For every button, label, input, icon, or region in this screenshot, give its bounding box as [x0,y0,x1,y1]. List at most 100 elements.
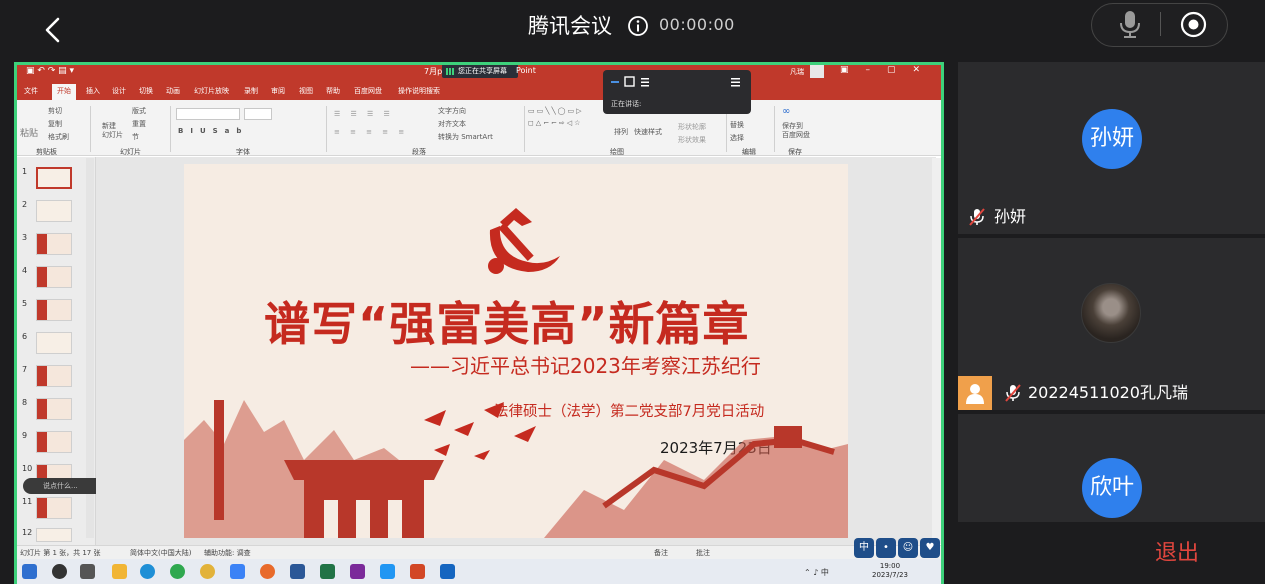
tab-insert[interactable]: 插入 [86,86,100,96]
powerpoint-icon[interactable] [410,564,425,579]
tab-transitions[interactable]: 切换 [139,86,153,96]
slide-thumbnail[interactable] [36,233,72,255]
ribbon-separator [326,106,327,152]
chevron-left-icon[interactable] [36,12,72,48]
heart-icon[interactable]: ♥ [920,538,940,558]
slide-thumbnail[interactable] [36,167,72,189]
firefox-icon[interactable] [260,564,275,579]
tab-slideshow[interactable]: 幻灯片放映 [194,86,229,96]
system-tray[interactable]: ⌃ ♪ 中 [804,567,829,578]
quick-styles-button[interactable]: 快速样式 [634,127,662,137]
reset-button[interactable]: 重置 [132,119,146,129]
save-to-baidu-button[interactable]: 保存到 百度网盘 [782,122,810,140]
word-icon[interactable] [290,564,305,579]
align-buttons[interactable]: ≡ ≡ ≡ ≡ ≡ [334,128,408,136]
list-buttons[interactable]: ☰ ☰ ☰ ☰ [334,110,394,118]
chrome-icon[interactable] [200,564,215,579]
language-indicator[interactable]: 简体中文(中国大陆) [130,548,191,558]
shape-outline-button[interactable]: 形状轮廓 [678,122,706,132]
font-size-select[interactable] [244,108,272,120]
edge-icon[interactable] [140,564,155,579]
person-icon [966,384,984,404]
quick-access-toolbar[interactable]: ▣ ↶ ↷ ▤ ▾ [26,66,74,76]
slide-editor-area[interactable]: 谱写“强富美高”新篇章 ——习近平总书记2023年考察江苏纪行 法律硕士（法学）… [96,157,936,545]
speaking-indicator-panel[interactable]: 正在讲话: [603,70,751,114]
app-icon[interactable] [380,564,395,579]
participant-name: 孙妍 [994,207,1027,226]
punctuation-icon[interactable]: • [876,538,896,558]
slide-thumbnail[interactable] [36,398,72,420]
shape-effects-button[interactable]: 形状效果 [678,135,706,145]
text-direction-button[interactable]: 文字方向 [438,106,466,116]
slide-thumbnail[interactable] [36,431,72,453]
tab-animations[interactable]: 动画 [166,86,180,96]
shapes-gallery[interactable]: ▭▭╲╲◯▭▷ [528,107,584,115]
tab-home[interactable]: 开始 [52,84,76,100]
accessibility-indicator[interactable]: 辅助功能: 调查 [204,548,251,558]
search-icon[interactable] [52,564,67,579]
task-view-icon[interactable] [80,564,95,579]
tab-design[interactable]: 设计 [112,86,126,96]
microphone-icon[interactable] [1117,9,1143,39]
paste-button[interactable]: 粘贴 [20,126,38,139]
excel-icon[interactable] [320,564,335,579]
emoji-icon[interactable]: ☺ [898,538,918,558]
info-icon[interactable] [627,15,649,37]
tab-file[interactable]: 文件 [24,86,38,96]
file-explorer-icon[interactable] [112,564,127,579]
align-text-button[interactable]: 对齐文本 [438,119,466,129]
select-button[interactable]: 选择 [730,133,744,143]
slide-scrollbar[interactable] [932,158,942,544]
tab-baidu[interactable]: 百度网盘 [354,86,382,96]
font-name-select[interactable] [176,108,240,120]
format-painter-button[interactable]: 格式刷 [48,132,69,142]
thumb-number: 8 [22,398,28,407]
mic-off-icon [1005,384,1021,402]
replace-button[interactable]: 替换 [730,120,744,130]
tab-view[interactable]: 视图 [299,86,313,96]
tab-record[interactable]: 录制 [244,86,258,96]
tab-search[interactable]: 操作说明搜索 [398,86,440,96]
layout-button[interactable]: 版式 [132,106,146,116]
ppt-ribbon: 粘贴 剪切 复制 格式刷 剪贴板 新建 幻灯片 版式 重置 节 幻灯片 BIUS… [14,100,944,156]
meeting-title: 腾讯会议 [528,14,612,38]
tencent-meeting-icon[interactable] [230,564,245,579]
shapes-gallery-row2[interactable]: ◻△⌐⌐⇨◁☆ [528,119,582,127]
slide-thumbnail[interactable] [36,365,72,387]
slide-thumbnail[interactable] [36,528,72,542]
section-button[interactable]: 节 [132,132,139,142]
record-icon[interactable] [1180,11,1207,38]
slide-thumbnail[interactable] [36,497,72,519]
font-format-buttons[interactable]: BIUSab [178,127,248,135]
slide-thumbnail[interactable] [36,266,72,288]
player-icon[interactable] [440,564,455,579]
shared-screen[interactable]: ▣ ↶ ↷ ▤ ▾ 7月p 您正在共享屏幕 Point 凡瑞 ▣–▢✕ 文件 开… [14,62,944,584]
window-controls[interactable]: ▣–▢✕ [840,65,937,75]
new-slide-button[interactable]: 新建 幻灯片 [102,122,123,140]
ppt-doc-title-right: Point [516,66,536,75]
copy-button[interactable]: 复制 [48,119,62,129]
arrange-button[interactable]: 排列 [614,127,628,137]
avatar: 孙妍 [1082,109,1142,169]
group-label-font: 字体 [236,148,250,156]
floating-mini-icons[interactable]: 中 • ☺ ♥ [854,538,942,560]
onenote-icon[interactable] [350,564,365,579]
slide-thumbnail[interactable] [36,332,72,354]
wechat-icon[interactable] [170,564,185,579]
avatar: 欣叶 [1082,458,1142,518]
comments-button[interactable]: 批注 [696,548,710,558]
slide-thumbnail[interactable] [36,200,72,222]
tab-help[interactable]: 帮助 [326,86,340,96]
windows-start-icon[interactable] [22,564,37,579]
float-toolbar-icons[interactable] [611,76,743,88]
slide-thumbnail[interactable] [36,299,72,321]
current-slide[interactable]: 谱写“强富美高”新篇章 ——习近平总书记2023年考察江苏纪行 法律硕士（法学）… [184,164,848,538]
leave-meeting-button[interactable]: 退出 [1155,540,1199,568]
thumb-number: 11 [22,497,33,506]
group-label-clipboard: 剪贴板 [36,148,57,156]
notes-button[interactable]: 备注 [654,548,668,558]
smartart-button[interactable]: 转换为 SmartArt [438,132,493,142]
tab-review[interactable]: 审阅 [271,86,285,96]
cut-button[interactable]: 剪切 [48,106,62,116]
ime-icon[interactable]: 中 [854,538,874,558]
